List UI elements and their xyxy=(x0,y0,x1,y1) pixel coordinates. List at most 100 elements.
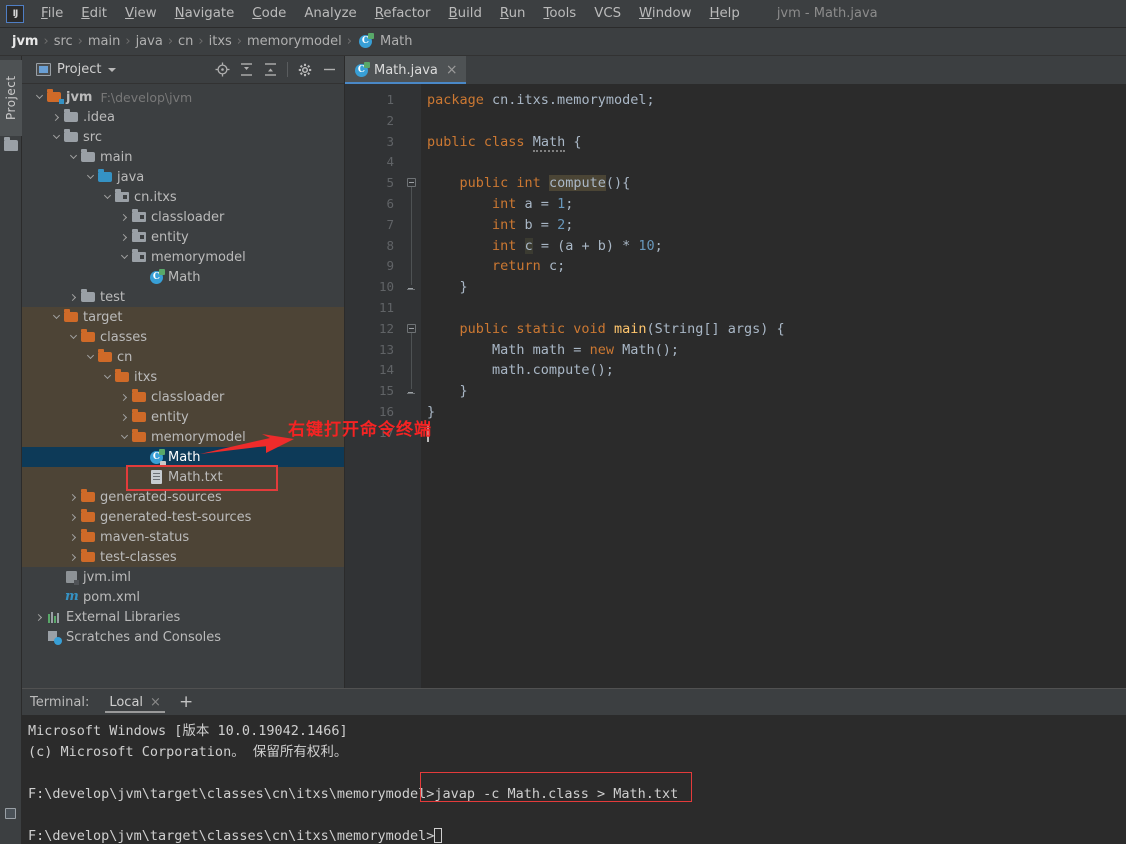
menu-item-run[interactable]: Run xyxy=(491,4,535,23)
menu-item-navigate[interactable]: Navigate xyxy=(166,4,244,23)
sidebar-tab-project[interactable]: Project xyxy=(0,60,22,136)
fold-marker-slot[interactable] xyxy=(403,90,421,111)
chevron-down-icon[interactable] xyxy=(100,187,114,207)
menu-item-window[interactable]: Window xyxy=(630,4,700,23)
chevron-down-icon[interactable] xyxy=(66,327,80,347)
tree-node-entity[interactable]: entity xyxy=(22,407,344,427)
tree-node-itxs[interactable]: itxs xyxy=(22,367,344,387)
menu-item-vcs[interactable]: VCS xyxy=(585,4,630,23)
fold-marker-slot[interactable] xyxy=(403,402,421,423)
chevron-right-icon[interactable] xyxy=(66,287,80,307)
menu-item-help[interactable]: Help xyxy=(700,4,748,23)
fold-marker-slot[interactable] xyxy=(403,132,421,153)
tree-node-classloader[interactable]: classloader xyxy=(22,387,344,407)
chevron-down-icon[interactable] xyxy=(49,307,63,327)
fold-marker-slot[interactable] xyxy=(403,423,421,444)
menu-item-view[interactable]: View xyxy=(116,4,166,23)
tree-node-external-libraries[interactable]: External Libraries xyxy=(22,607,344,627)
close-icon[interactable]: × xyxy=(446,62,458,78)
tree-node-target[interactable]: target xyxy=(22,307,344,327)
menu-item-file[interactable]: File xyxy=(32,4,72,23)
fold-marker-slot[interactable] xyxy=(403,215,421,236)
chevron-down-icon[interactable] xyxy=(83,167,97,187)
menu-item-tools[interactable]: Tools xyxy=(534,4,585,23)
chevron-right-icon[interactable] xyxy=(32,607,46,627)
expand-all-icon[interactable] xyxy=(235,59,257,81)
tree-node-generated-sources[interactable]: generated-sources xyxy=(22,487,344,507)
breadcrumb-item-jvm[interactable]: jvm xyxy=(8,34,42,49)
fold-end-icon[interactable] xyxy=(407,389,415,395)
chevron-right-icon[interactable] xyxy=(49,107,63,127)
tree-node-jvm[interactable]: jvm F:\develop\jvm xyxy=(22,87,344,107)
tree-node-test[interactable]: test xyxy=(22,287,344,307)
fold-marker-slot[interactable] xyxy=(403,111,421,132)
chevron-right-icon[interactable] xyxy=(117,227,131,247)
fold-marker-slot[interactable] xyxy=(403,340,421,361)
editor-tab-math-java[interactable]: C Math.java × xyxy=(345,56,466,84)
fold-marker-slot[interactable] xyxy=(403,277,421,298)
chevron-down-icon[interactable] xyxy=(108,67,117,72)
tree-node-math-txt[interactable]: Math.txt xyxy=(22,467,344,487)
tree-node-math[interactable]: C Math xyxy=(22,267,344,287)
add-terminal-button[interactable]: + xyxy=(179,693,193,711)
tree-node-main[interactable]: main xyxy=(22,147,344,167)
fold-marker-slot[interactable] xyxy=(403,194,421,215)
terminal-tab-local[interactable]: Local × xyxy=(103,689,167,715)
tree-node-pom-xml[interactable]: m pom.xml xyxy=(22,587,344,607)
project-tree[interactable]: jvm F:\develop\jvm .idea src main java cn.itxs… xyxy=(22,85,344,688)
fold-collapse-icon[interactable] xyxy=(407,178,416,188)
chevron-down-icon[interactable] xyxy=(49,127,63,147)
chevron-down-icon[interactable] xyxy=(66,147,80,167)
code-text[interactable]: package cn.itxs.memorymodel; public clas… xyxy=(421,84,1126,688)
terminal-icon[interactable] xyxy=(5,808,16,819)
tree-node-memorymodel[interactable]: memorymodel xyxy=(22,427,344,447)
fold-marker-slot[interactable] xyxy=(403,236,421,257)
fold-marker-slot[interactable] xyxy=(403,360,421,381)
chevron-right-icon[interactable] xyxy=(66,487,80,507)
chevron-right-icon[interactable] xyxy=(117,407,131,427)
tree-node-entity[interactable]: entity xyxy=(22,227,344,247)
fold-marker-slot[interactable] xyxy=(403,319,421,340)
breadcrumb-item-main[interactable]: main xyxy=(84,34,124,49)
fold-marker-slot[interactable] xyxy=(403,256,421,277)
chevron-down-icon[interactable] xyxy=(100,367,114,387)
chevron-right-icon[interactable] xyxy=(66,527,80,547)
tree-node-scratches-and-consoles[interactable]: Scratches and Consoles xyxy=(22,627,344,647)
breadcrumb-item-memorymodel[interactable]: memorymodel xyxy=(243,34,346,49)
chevron-down-icon[interactable] xyxy=(117,427,131,447)
chevron-down-icon[interactable] xyxy=(83,347,97,367)
chevron-right-icon[interactable] xyxy=(66,547,80,567)
breadcrumb-item-math[interactable]: Math xyxy=(376,34,417,49)
tree-node-generated-test-sources[interactable]: generated-test-sources xyxy=(22,507,344,527)
tree-node-maven-status[interactable]: maven-status xyxy=(22,527,344,547)
tree-node-cn[interactable]: cn xyxy=(22,347,344,367)
settings-gear-icon[interactable] xyxy=(294,59,316,81)
fold-end-icon[interactable] xyxy=(407,285,415,291)
breadcrumb-item-src[interactable]: src xyxy=(50,34,77,49)
breadcrumb-item-cn[interactable]: cn xyxy=(174,34,197,49)
chevron-right-icon[interactable] xyxy=(66,507,80,527)
chevron-down-icon[interactable] xyxy=(117,247,131,267)
tree-node-jvm-iml[interactable]: jvm.iml xyxy=(22,567,344,587)
tree-node-idea[interactable]: .idea xyxy=(22,107,344,127)
menu-item-refactor[interactable]: Refactor xyxy=(366,4,440,23)
menu-item-analyze[interactable]: Analyze xyxy=(295,4,365,23)
tree-node-classes[interactable]: classes xyxy=(22,327,344,347)
hide-panel-icon[interactable] xyxy=(318,59,340,81)
chevron-down-icon[interactable] xyxy=(32,87,46,107)
terminal-output[interactable]: Microsoft Windows [版本 10.0.19042.1466] (c… xyxy=(22,715,1126,844)
tree-node-classloader[interactable]: classloader xyxy=(22,207,344,227)
fold-marker-slot[interactable] xyxy=(403,152,421,173)
fold-collapse-icon[interactable] xyxy=(407,323,416,333)
tree-node-memorymodel[interactable]: memorymodel xyxy=(22,247,344,267)
breadcrumb-item-itxs[interactable]: itxs xyxy=(205,34,236,49)
tree-node-java[interactable]: java xyxy=(22,167,344,187)
fold-marker-slot[interactable] xyxy=(403,298,421,319)
menu-item-code[interactable]: Code xyxy=(243,4,295,23)
fold-marker-slot[interactable] xyxy=(403,381,421,402)
locate-icon[interactable] xyxy=(211,59,233,81)
breadcrumb-item-java[interactable]: java xyxy=(132,34,167,49)
tree-node-src[interactable]: src xyxy=(22,127,344,147)
chevron-right-icon[interactable] xyxy=(117,387,131,407)
chevron-right-icon[interactable] xyxy=(117,207,131,227)
